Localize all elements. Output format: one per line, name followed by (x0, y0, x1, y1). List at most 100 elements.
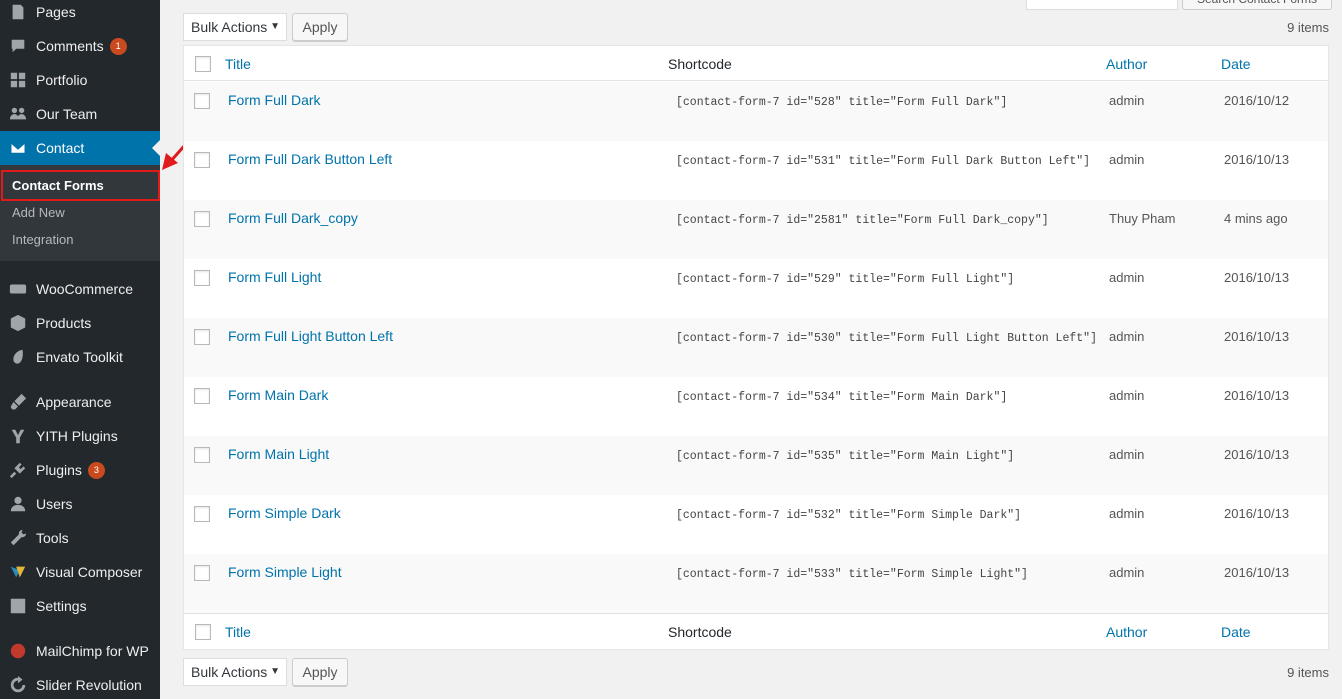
caret-down-icon: ▼ (270, 21, 280, 32)
menu-item-woocommerce[interactable]: WooCommerce (0, 272, 160, 306)
menu-label: Pages (36, 4, 76, 20)
pages-icon (0, 3, 36, 21)
column-title-sort[interactable]: Title (225, 56, 251, 72)
menu-label: Appearance (36, 394, 112, 410)
table-row: Form Full Light Button Left [contact-for… (184, 318, 1328, 377)
shortcode-text: [contact-form-7 id="532" title="Form Sim… (676, 509, 1022, 522)
author-text: admin (1109, 270, 1145, 285)
form-title-link[interactable]: Form Main Dark (228, 387, 328, 403)
select-all-checkbox[interactable] (195, 56, 211, 72)
form-title-link[interactable]: Form Full Dark (228, 92, 321, 108)
author-text: admin (1109, 152, 1145, 167)
shortcode-text: [contact-form-7 id="535" title="Form Mai… (676, 450, 1015, 463)
menu-item-visual-composer[interactable]: Visual Composer (0, 555, 160, 589)
menu-item-envato-toolkit[interactable]: Envato Toolkit (0, 340, 160, 374)
row-checkbox[interactable] (194, 506, 210, 522)
yith-icon (0, 427, 36, 445)
date-text: 2016/10/13 (1224, 329, 1290, 344)
mailchimp-icon (0, 642, 36, 660)
column-date-sort[interactable]: Date (1221, 56, 1251, 72)
column-title-sort-footer[interactable]: Title (225, 624, 251, 640)
row-checkbox[interactable] (194, 329, 210, 345)
row-checkbox[interactable] (194, 447, 210, 463)
menu-label: Our Team (36, 106, 98, 122)
apply-button-bottom[interactable]: Apply (292, 658, 348, 686)
column-author-sort[interactable]: Author (1106, 56, 1147, 72)
menu-label: Slider Revolution (36, 677, 142, 693)
menu-label: Portfolio (36, 72, 88, 88)
bulk-actions-select-bottom[interactable]: Bulk Actions ▼ (183, 658, 287, 686)
menu-item-settings[interactable]: Settings (0, 589, 160, 623)
row-checkbox[interactable] (194, 93, 210, 109)
shortcode-text: [contact-form-7 id="531" title="Form Ful… (676, 155, 1091, 168)
shortcode-text: [contact-form-7 id="533" title="Form Sim… (676, 568, 1028, 581)
menu-label: MailChimp for WP (36, 643, 149, 659)
author-text: Thuy Pham (1109, 211, 1176, 226)
table-header: Title Shortcode Author Date (184, 46, 1328, 81)
team-icon (0, 105, 36, 123)
form-title-link[interactable]: Form Full Light (228, 269, 321, 285)
table-row: Form Simple Light [contact-form-7 id="53… (184, 554, 1328, 613)
menu-label: Users (36, 496, 73, 512)
menu-label: Tools (36, 530, 69, 546)
menu-item-contact[interactable]: Contact (0, 131, 160, 165)
menu-label: Plugins (36, 462, 82, 478)
table-row: Form Full Dark [contact-form-7 id="528" … (184, 82, 1328, 141)
slider-revolution-icon (0, 676, 36, 694)
menu-label: Contact (36, 140, 85, 156)
row-checkbox[interactable] (194, 565, 210, 581)
menu-item-comments[interactable]: Comments 1 (0, 29, 160, 63)
search-contact-forms-button[interactable]: Search Contact Forms (1182, 0, 1332, 10)
menu-item-appearance[interactable]: Appearance (0, 385, 160, 419)
date-text: 2016/10/12 (1224, 93, 1290, 108)
form-title-link[interactable]: Form Simple Light (228, 564, 342, 580)
form-title-link[interactable]: Form Full Dark_copy (228, 210, 358, 226)
apply-button[interactable]: Apply (292, 13, 348, 41)
form-title-link[interactable]: Form Simple Dark (228, 505, 341, 521)
form-title-link[interactable]: Form Full Dark Button Left (228, 151, 392, 167)
menu-item-mailchimp[interactable]: MailChimp for WP (0, 634, 160, 668)
menu-label: Products (36, 315, 92, 331)
tools-icon (0, 529, 36, 547)
woocommerce-icon (0, 280, 36, 298)
menu-item-portfolio[interactable]: Portfolio (0, 63, 160, 97)
menu-label: YITH Plugins (36, 428, 118, 444)
submenu-add-new[interactable]: Add New (0, 200, 160, 226)
menu-item-plugins[interactable]: Plugins 3 (0, 453, 160, 487)
column-author-sort-footer[interactable]: Author (1106, 624, 1147, 640)
mail-icon (0, 139, 36, 157)
author-text: admin (1109, 506, 1145, 521)
date-text: 2016/10/13 (1224, 152, 1290, 167)
select-all-checkbox-footer[interactable] (195, 624, 211, 640)
menu-item-our-team[interactable]: Our Team (0, 97, 160, 131)
users-icon (0, 495, 36, 513)
row-checkbox[interactable] (194, 152, 210, 168)
menu-label: Visual Composer (36, 564, 143, 580)
envato-icon (0, 348, 36, 366)
row-checkbox[interactable] (194, 388, 210, 404)
menu-item-pages[interactable]: Pages (0, 0, 160, 29)
menu-item-slider-revolution[interactable]: Slider Revolution (0, 668, 160, 699)
tablenav-bottom: Bulk Actions ▼ Apply 9 items (183, 658, 1329, 688)
bulk-actions-select[interactable]: Bulk Actions ▼ (183, 13, 287, 41)
menu-item-yith-plugins[interactable]: YITH Plugins (0, 419, 160, 453)
table-row: Form Full Light [contact-form-7 id="529"… (184, 259, 1328, 318)
column-shortcode-footer: Shortcode (668, 624, 732, 640)
visual-composer-icon (0, 563, 36, 581)
menu-item-tools[interactable]: Tools (0, 521, 160, 555)
form-title-link[interactable]: Form Full Light Button Left (228, 328, 393, 344)
menu-item-products[interactable]: Products (0, 306, 160, 340)
caret-down-icon: ▼ (270, 666, 280, 677)
row-checkbox[interactable] (194, 211, 210, 227)
table-row: Form Full Dark Button Left [contact-form… (184, 141, 1328, 200)
column-date-sort-footer[interactable]: Date (1221, 624, 1251, 640)
highlight-annotation-box (1, 170, 160, 201)
submenu-integration[interactable]: Integration (0, 227, 160, 253)
search-input[interactable] (1026, 0, 1178, 10)
row-checkbox[interactable] (194, 270, 210, 286)
shortcode-text: [contact-form-7 id="529" title="Form Ful… (676, 273, 1015, 286)
form-title-link[interactable]: Form Main Light (228, 446, 329, 462)
menu-item-users[interactable]: Users (0, 487, 160, 521)
bulk-actions-label: Bulk Actions (191, 19, 268, 35)
date-text: 2016/10/13 (1224, 506, 1290, 521)
